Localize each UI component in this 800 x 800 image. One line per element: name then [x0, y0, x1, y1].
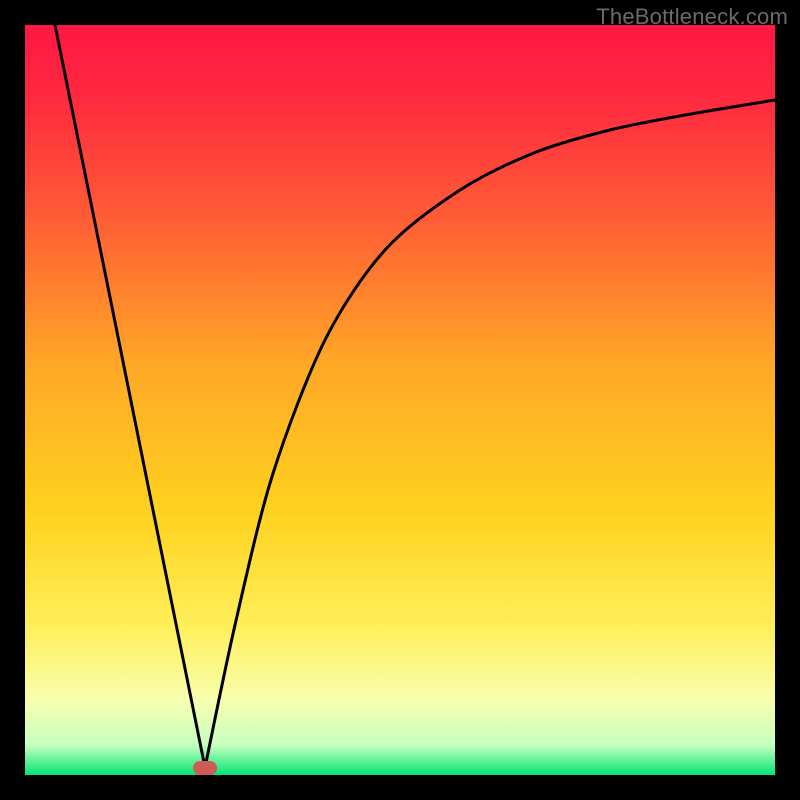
plot-area: [25, 25, 775, 775]
minimum-point-marker: [193, 761, 217, 775]
bottleneck-curve: [25, 25, 775, 775]
chart-frame: TheBottleneck.com: [0, 0, 800, 800]
